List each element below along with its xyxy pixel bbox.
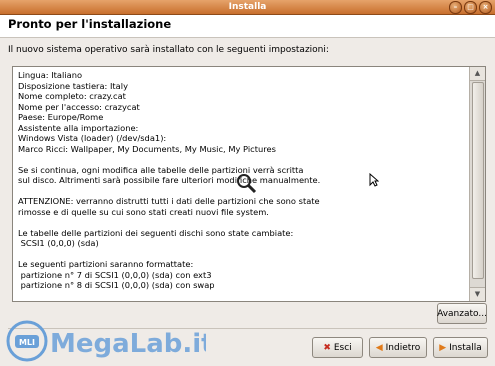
scrollbar-thumb[interactable]	[472, 82, 484, 279]
scroll-down-icon[interactable]: ▼	[470, 287, 485, 301]
minimize-icon[interactable]: –	[449, 1, 462, 14]
back-button-label: Indietro	[385, 342, 421, 353]
vertical-scrollbar[interactable]: ▲ ▼	[469, 67, 485, 301]
page-title: Pronto per l'installazione	[8, 17, 172, 31]
close-icon[interactable]: ×	[479, 1, 492, 14]
quit-button[interactable]: ✖ Esci	[312, 337, 363, 358]
page-subtitle: Il nuovo sistema operativo sarà installa…	[8, 45, 329, 55]
mouse-pointer-icon	[369, 173, 379, 187]
window-controls: – □ ×	[449, 1, 492, 14]
quit-icon: ✖	[323, 342, 331, 353]
magnifier-cursor-icon	[237, 174, 257, 194]
window-titlebar[interactable]: Installa – □ ×	[0, 0, 495, 15]
page-header: Pronto per l'installazione	[0, 15, 495, 38]
scroll-up-icon[interactable]: ▲	[470, 67, 485, 81]
install-button-label: Installa	[449, 342, 482, 353]
watermark-text: MegaLab.it	[50, 329, 206, 359]
back-button[interactable]: ◀ Indietro	[369, 337, 427, 358]
install-button[interactable]: ▶ Installa	[433, 337, 488, 358]
arrow-left-icon: ◀	[375, 342, 383, 353]
watermark-badge: MLI	[19, 338, 35, 347]
window-title: Installa	[228, 2, 267, 12]
maximize-icon[interactable]: □	[464, 1, 477, 14]
watermark-logo: MLI MegaLab.it	[6, 320, 206, 362]
arrow-right-icon: ▶	[439, 342, 447, 353]
advanced-button-label: Avanzato...	[437, 308, 487, 319]
quit-button-label: Esci	[333, 342, 352, 353]
advanced-button[interactable]: Avanzato...	[437, 303, 487, 324]
